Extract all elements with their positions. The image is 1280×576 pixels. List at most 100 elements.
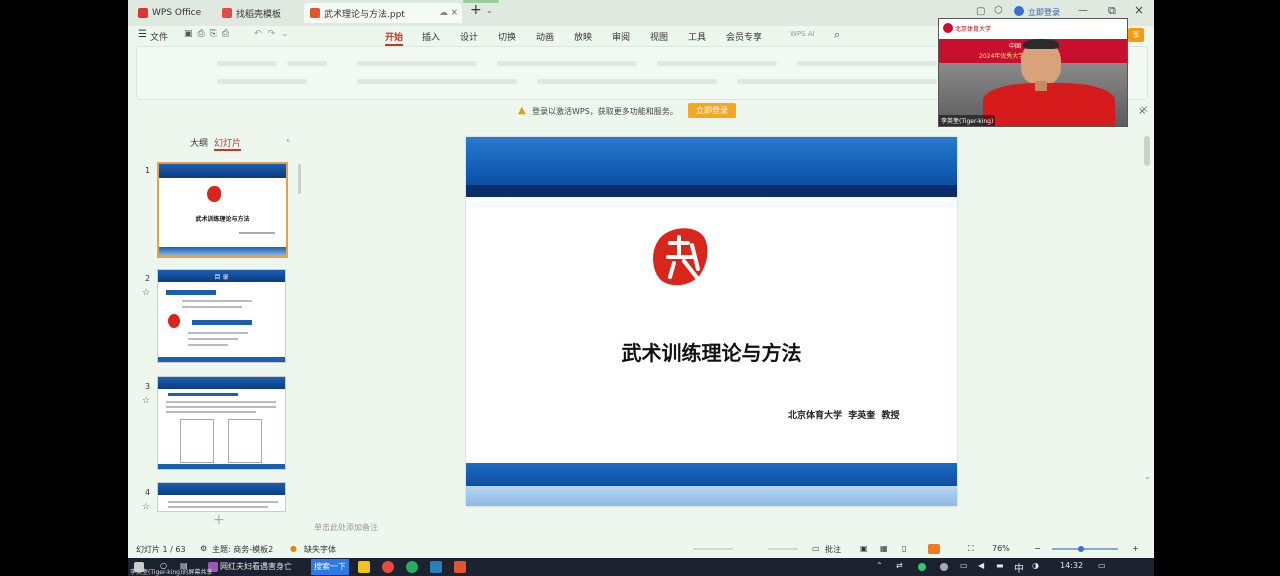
thumb-subtitle-line bbox=[239, 232, 275, 234]
slide-count: 幻灯片 1 / 63 bbox=[136, 545, 186, 554]
slide-subtitle[interactable]: 北京体育大学 李英奎 教授 bbox=[788, 408, 900, 421]
slide-editor-area[interactable]: 武 武术训练理论与方法 北京体育大学 李英奎 教授 bbox=[304, 124, 1142, 528]
slide-thumbnail-2[interactable]: 目 录 bbox=[157, 269, 286, 363]
close-tab-icon[interactable]: × bbox=[450, 8, 458, 18]
slide-thumbnail-1[interactable]: 武术训练理论与方法 bbox=[157, 162, 288, 258]
taskbar-search-button[interactable]: 搜索一下 bbox=[311, 559, 349, 575]
battery-icon[interactable]: ▬ bbox=[996, 561, 1004, 570]
warning-icon: ● bbox=[290, 544, 297, 553]
current-slide[interactable]: 武 武术训练理论与方法 北京体育大学 李英奎 教授 bbox=[466, 137, 957, 506]
main-scrollbar[interactable] bbox=[1144, 136, 1150, 166]
normal-view-icon[interactable]: ▣ bbox=[860, 544, 868, 553]
slide-footer-band bbox=[466, 463, 957, 486]
reading-view-icon[interactable]: ▯ bbox=[902, 544, 906, 553]
cloud-icon[interactable]: ☁ bbox=[439, 8, 448, 18]
tab-document[interactable]: 武术理论与方法.ppt ☁ × bbox=[304, 3, 462, 23]
star-icon[interactable]: ☆ bbox=[142, 502, 150, 512]
notification-icon[interactable]: ▭ bbox=[1098, 561, 1106, 570]
folder-icon[interactable] bbox=[358, 561, 370, 573]
user-avatar-icon[interactable] bbox=[1014, 6, 1024, 16]
tab-slides[interactable]: 幻灯片 bbox=[214, 136, 242, 151]
panel-scrollbar[interactable] bbox=[298, 164, 301, 194]
hamburger-icon[interactable]: ☰ bbox=[138, 29, 147, 40]
menu-review[interactable]: 审阅 bbox=[612, 30, 630, 43]
star-icon[interactable]: ☆ bbox=[142, 288, 150, 298]
zoom-slider-handle[interactable] bbox=[1078, 546, 1084, 552]
menu-design[interactable]: 设计 bbox=[460, 30, 478, 43]
scroll-down-icon[interactable]: ⌄ bbox=[1144, 472, 1151, 481]
tray-icon[interactable] bbox=[918, 563, 926, 571]
add-slide-icon[interactable]: + bbox=[213, 512, 225, 528]
slide-thumbnail-panel: 大纲 幻灯片 ‹ 1 武术训练理论与方法 2 ☆ 目 录 3 ☆ 4 ☆ + bbox=[128, 124, 301, 544]
share-button[interactable]: 享 bbox=[1128, 28, 1144, 42]
menu-insert[interactable]: 插入 bbox=[422, 30, 440, 43]
slide-title[interactable]: 武术训练理论与方法 bbox=[466, 337, 957, 366]
news-text[interactable]: 网红夫妇看遇害身亡 bbox=[220, 561, 292, 572]
new-tab-icon[interactable]: + bbox=[470, 2, 482, 18]
missing-font-label[interactable]: 缺失字体 bbox=[304, 544, 336, 555]
play-slideshow-button[interactable] bbox=[928, 544, 940, 554]
app-icon[interactable] bbox=[406, 561, 418, 573]
chrome-icon[interactable] bbox=[382, 561, 394, 573]
menu-tools[interactable]: 工具 bbox=[688, 30, 706, 43]
theme-name[interactable]: 主题: 商务-模板2 bbox=[212, 544, 273, 555]
notice-login-button[interactable]: 立即登录 bbox=[688, 103, 736, 118]
menu-view[interactable]: 视图 bbox=[650, 30, 668, 43]
comment-label[interactable]: 批注 bbox=[825, 544, 841, 555]
status-item bbox=[693, 548, 733, 550]
app-icon[interactable] bbox=[430, 561, 442, 573]
slide-sorter-icon[interactable]: ▦ bbox=[880, 544, 888, 553]
comment-icon[interactable]: ▭ bbox=[812, 544, 820, 553]
tray-icon[interactable] bbox=[940, 563, 948, 571]
menu-file[interactable]: 文件 bbox=[150, 30, 168, 43]
quick-access-icons[interactable]: ▣⎙⎘⎙ bbox=[184, 29, 234, 39]
tab-outline[interactable]: 大纲 bbox=[190, 136, 208, 149]
ime-mode-icon[interactable]: ◑ bbox=[1032, 561, 1039, 570]
restore-icon[interactable]: ⧉ bbox=[1108, 4, 1116, 18]
tab-wps-office[interactable]: WPS Office bbox=[132, 3, 216, 23]
cube-icon[interactable]: ⬡ bbox=[994, 5, 1003, 16]
menu-transition[interactable]: 切换 bbox=[498, 30, 516, 43]
volume-icon[interactable]: ◀ bbox=[978, 561, 984, 570]
zoom-in-icon[interactable]: + bbox=[1132, 544, 1139, 553]
tab-template[interactable]: 找稻壳模板 bbox=[216, 3, 304, 23]
ime-indicator[interactable]: 中 bbox=[1014, 560, 1024, 575]
thumb-footer-band bbox=[158, 464, 285, 469]
thumb-header-text: 目 录 bbox=[214, 274, 229, 281]
menu-home[interactable]: 开始 bbox=[385, 30, 404, 46]
menu-slideshow[interactable]: 放映 bbox=[574, 30, 592, 43]
search-icon[interactable]: ⌕ bbox=[834, 28, 840, 42]
undo-redo-icons[interactable]: ↶↷⌄ bbox=[254, 29, 295, 39]
menu-member[interactable]: 会员专享 bbox=[726, 30, 762, 43]
star-icon[interactable]: ☆ bbox=[142, 396, 150, 406]
window-tile-icon[interactable]: ▢ bbox=[976, 6, 985, 17]
thumb-line bbox=[182, 300, 252, 302]
zoom-level[interactable]: 76% bbox=[992, 544, 1010, 553]
tray-icon[interactable]: ⇄ bbox=[896, 561, 903, 570]
menu-wps-ai[interactable]: WPS AI bbox=[790, 30, 815, 38]
slide-thumbnail-4[interactable] bbox=[157, 482, 286, 512]
tab-list-chevron-icon[interactable]: ⌄ bbox=[486, 6, 493, 15]
slide-header-stripe bbox=[466, 185, 957, 197]
thumb-line bbox=[168, 393, 238, 396]
slide-thumbnail-3[interactable] bbox=[157, 376, 286, 470]
chevron-up-icon[interactable]: ⌃ bbox=[876, 561, 883, 570]
presenter-video[interactable]: 北京体育大学 中国 2024年优秀大学生夏令营 李英奎(Tiger-king) bbox=[938, 18, 1128, 127]
thumb-line bbox=[188, 344, 228, 346]
login-link[interactable]: 立即登录 bbox=[1028, 7, 1060, 18]
close-window-icon[interactable]: × bbox=[1134, 3, 1144, 17]
wps-taskbar-icon[interactable] bbox=[454, 561, 466, 573]
status-bar: 幻灯片 1 / 63 ⚙ 主题: 商务-模板2 ● 缺失字体 ▭ 批注 ▣ ▦ … bbox=[128, 540, 1154, 558]
zoom-out-icon[interactable]: − bbox=[1034, 544, 1041, 553]
clock[interactable]: 14:32 bbox=[1060, 561, 1083, 570]
close-notice-icon[interactable]: × bbox=[1138, 106, 1146, 117]
menu-animation[interactable]: 动画 bbox=[536, 30, 554, 43]
thumb-line bbox=[188, 338, 238, 340]
collapse-panel-icon[interactable]: ‹ bbox=[286, 136, 290, 146]
wushu-seal-icon: 武 bbox=[653, 228, 708, 286]
fit-window-icon[interactable]: ⛶ bbox=[968, 544, 974, 554]
notes-placeholder[interactable]: 单击此处添加备注 bbox=[314, 522, 378, 533]
minimize-icon[interactable]: — bbox=[1078, 5, 1088, 16]
zoom-slider[interactable] bbox=[1052, 548, 1118, 550]
network-icon[interactable]: ▭ bbox=[960, 561, 968, 570]
